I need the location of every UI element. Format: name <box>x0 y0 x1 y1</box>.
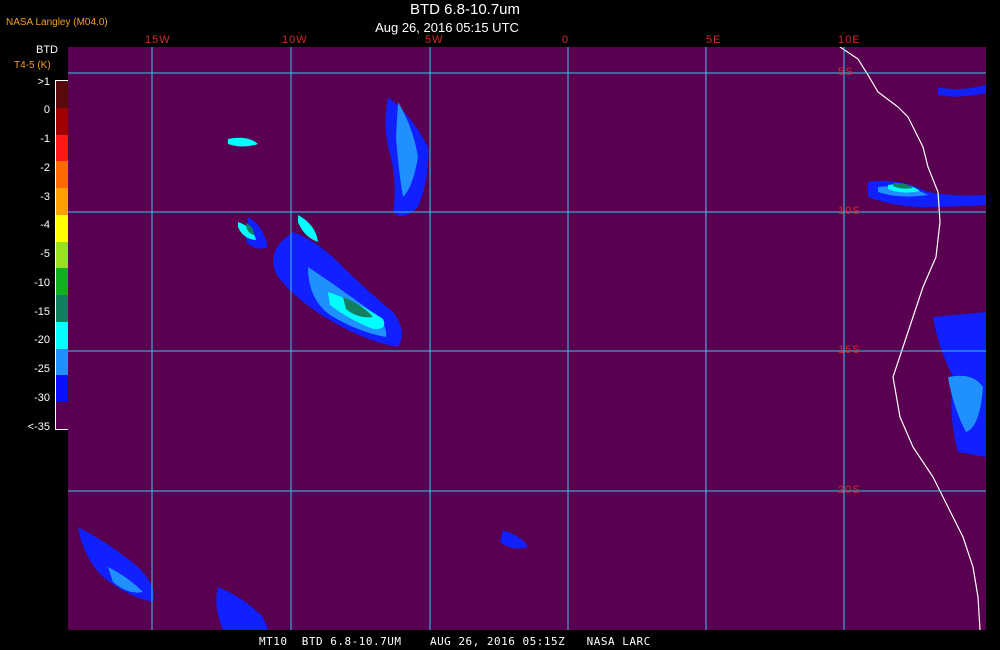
legend-tick: -5 <box>40 248 50 260</box>
lat-label: 10S <box>838 205 861 217</box>
lon-label: 0 <box>562 34 570 46</box>
legend-tick: -25 <box>34 363 50 375</box>
legend-tick: -3 <box>40 191 50 203</box>
lat-lon-grid <box>68 47 986 630</box>
legend-tick: -20 <box>34 334 50 346</box>
lon-label: 15W <box>145 34 171 46</box>
lat-label: 15S <box>838 344 861 356</box>
legend-tick: -4 <box>40 219 50 231</box>
cloud-features-cold <box>78 85 986 630</box>
legend-tick: -30 <box>34 392 50 404</box>
btd-map[interactable]: 5S 10S 15S 20S <box>68 47 986 630</box>
lat-label: 5S <box>838 66 854 78</box>
legend-tick: 0 <box>43 104 50 116</box>
image-timestamp: Aug 26, 2016 05:15 UTC <box>375 20 519 35</box>
legend-tick: >1 <box>37 76 50 88</box>
satellite-image-viewer: NASA Langley (M04.0) BTD 6.8-10.7um Aug … <box>0 0 1000 650</box>
cloud-features-warm <box>228 137 920 330</box>
legend-tick: -2 <box>40 162 50 174</box>
map-canvas <box>68 47 986 630</box>
legend-tick: <-35 <box>27 421 50 433</box>
legend-units: T4-5 (K) <box>14 60 51 71</box>
lon-label: 10W <box>282 34 308 46</box>
image-footer: MT10 BTD 6.8-10.7UM AUG 26, 2016 05:15Z … <box>259 635 651 648</box>
lon-label: 10E <box>838 34 861 46</box>
lat-label: 20S <box>838 484 861 496</box>
image-title: BTD 6.8-10.7um <box>409 1 521 18</box>
legend-tick: -1 <box>40 133 50 145</box>
legend-tick: -10 <box>34 277 50 289</box>
lon-label: 5W <box>425 34 444 46</box>
lon-label: 5E <box>706 34 722 46</box>
legend-tick: -15 <box>34 306 50 318</box>
legend-title: BTD <box>36 44 58 56</box>
